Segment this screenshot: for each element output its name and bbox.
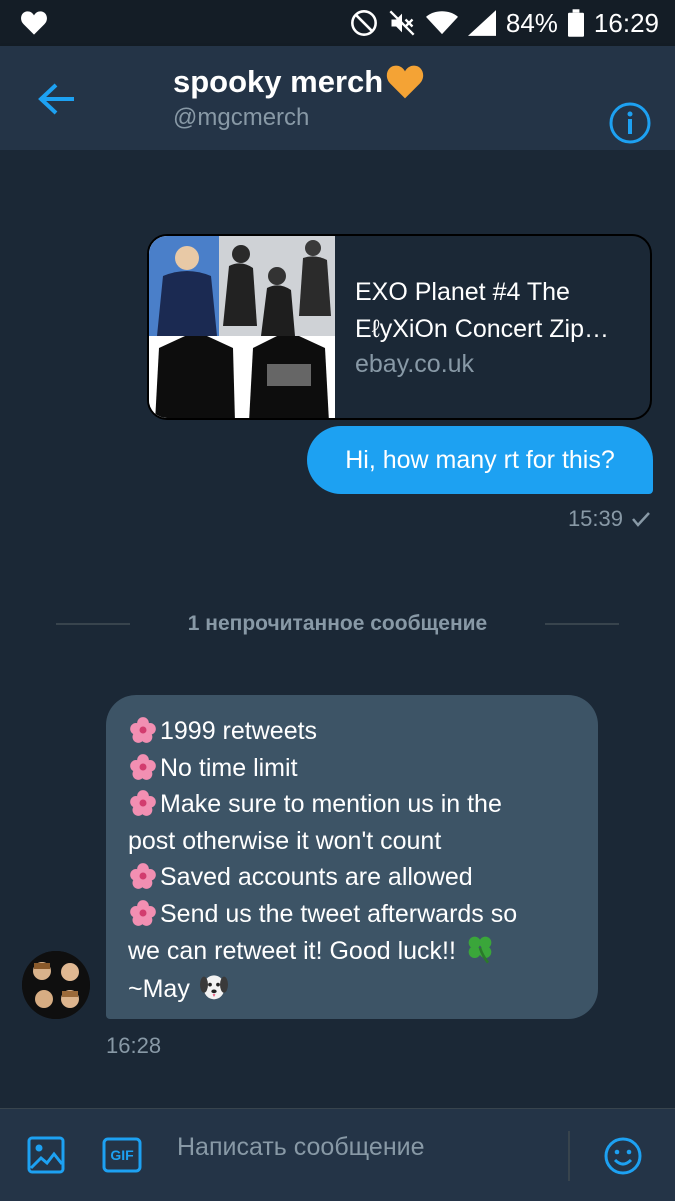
battery-percent: 84% — [505, 7, 558, 38]
add-photo-button[interactable] — [27, 1136, 65, 1174]
incoming-line: No time limit — [128, 750, 578, 787]
orange-heart-emoji — [387, 65, 424, 99]
mute-icon — [388, 9, 416, 37]
hibiscus-emoji — [130, 790, 156, 816]
back-button[interactable] — [36, 82, 78, 116]
display-name: spooky merch — [173, 64, 384, 99]
conversation-header: spooky merch @mgcmerch — [0, 46, 675, 150]
do-not-disturb-icon — [350, 9, 378, 37]
info-button[interactable] — [608, 101, 652, 145]
checkmark-icon — [632, 512, 650, 527]
outgoing-message-text: Hi, how many rt for this? — [345, 445, 615, 474]
link-title: EXO Planet #4 The EℓyXiOn Concert Zip… — [355, 278, 609, 343]
link-thumbnail — [149, 236, 335, 418]
emoji-button[interactable] — [603, 1136, 643, 1176]
dog-face-emoji — [199, 974, 228, 999]
incoming-line: Make sure to mention us in the — [128, 786, 578, 823]
unread-divider: 1 непрочитанное сообщение — [56, 612, 619, 636]
outgoing-message-time: 15:39 — [567, 506, 623, 531]
link-preview-card[interactable]: EXO Planet #4 The EℓyXiOn Concert Zip… e… — [147, 234, 652, 420]
divider-line-left — [56, 623, 130, 625]
handle: @mgcmerch — [173, 104, 310, 131]
conversation-title-block[interactable]: spooky merch @mgcmerch — [173, 64, 425, 132]
arrow-left-icon — [38, 83, 74, 115]
four-leaf-clover-emoji — [468, 936, 492, 964]
clock: 16:29 — [593, 7, 659, 38]
hibiscus-emoji — [130, 863, 156, 889]
conversation-title: spooky merch — [173, 64, 425, 100]
link-domain: ebay.co.uk — [355, 350, 475, 378]
message-composer: GIF — [0, 1108, 675, 1201]
hibiscus-emoji — [130, 717, 156, 743]
heart-icon — [20, 10, 48, 36]
outgoing-message-meta: 15:39 — [568, 506, 651, 532]
battery-icon — [567, 9, 584, 37]
incoming-line: post otherwise it won't count — [128, 826, 442, 855]
composer-divider — [568, 1131, 570, 1181]
gif-button[interactable]: GIF — [102, 1137, 142, 1173]
wifi-icon — [425, 10, 458, 36]
smiley-icon — [604, 1137, 642, 1175]
incoming-message-bubble[interactable]: 1999 retweets No time limit Make sure to… — [106, 695, 598, 1019]
incoming-line: 1999 retweets — [128, 713, 578, 750]
avatar[interactable] — [22, 951, 90, 1019]
incoming-line: ~May — [128, 970, 578, 1008]
incoming-line: Send us the tweet afterwards so — [128, 896, 578, 933]
outgoing-message-bubble[interactable]: Hi, how many rt for this? — [307, 426, 653, 494]
divider-line-right — [544, 623, 619, 625]
unread-divider-text: 1 непрочитанное сообщение — [187, 612, 488, 635]
image-icon — [27, 1136, 65, 1174]
hibiscus-emoji — [130, 753, 156, 780]
incoming-message-time: 16:28 — [106, 1033, 162, 1058]
info-icon — [609, 102, 651, 144]
gif-label: GIF — [110, 1147, 134, 1163]
incoming-line: Saved accounts are allowed — [128, 859, 578, 896]
signal-icon — [467, 10, 496, 36]
status-bar: 84% 16:29 — [0, 0, 675, 46]
incoming-line: we can retweet it! Good luck!! — [128, 932, 578, 970]
hibiscus-emoji — [130, 899, 156, 926]
message-input[interactable] — [177, 1133, 547, 1162]
